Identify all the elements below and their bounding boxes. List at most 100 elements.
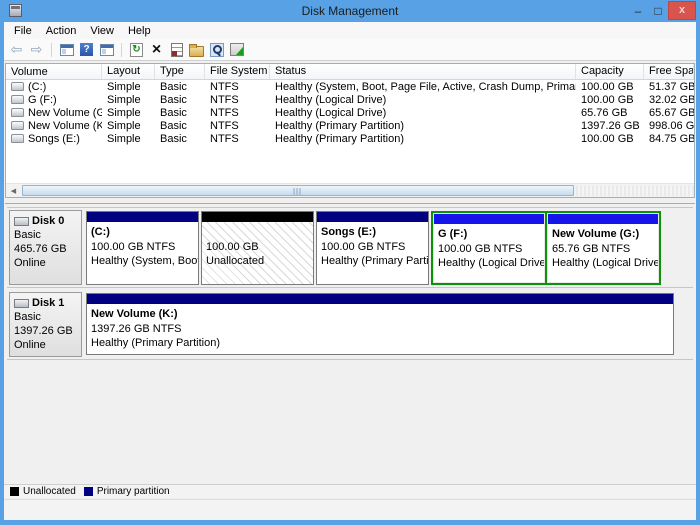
- show-console-tree-icon[interactable]: [60, 44, 74, 56]
- volume-icon: [11, 82, 24, 91]
- volume-status: Healthy (Logical Drive): [270, 94, 576, 106]
- toolbar-separator: [51, 43, 52, 57]
- legend-bar: Unallocated Primary partition: [4, 484, 696, 498]
- column-header-file-system[interactable]: File System: [205, 64, 270, 79]
- volume-layout: Simple: [102, 81, 155, 93]
- table-row[interactable]: New Volume (K:) Simple Basic NTFS Health…: [6, 119, 694, 132]
- volume-status: Healthy (Logical Drive): [270, 107, 576, 119]
- column-header-type[interactable]: Type: [155, 64, 205, 79]
- partition-status: Healthy (Primary Partition): [87, 336, 673, 350]
- partition-status: Unallocated: [202, 254, 313, 268]
- table-row[interactable]: (C:) Simple Basic NTFS Healthy (System, …: [6, 80, 694, 93]
- volume-file-system: NTFS: [205, 133, 270, 145]
- volume-free-space: 51.37 GB: [644, 81, 694, 93]
- volume-type: Basic: [155, 94, 205, 106]
- volume-free-space: 65.67 GB: [644, 107, 694, 119]
- column-header-capacity[interactable]: Capacity: [576, 64, 644, 79]
- scrollbar-track[interactable]: [576, 185, 694, 196]
- manage-icon[interactable]: [230, 43, 244, 56]
- disk-status: Online: [14, 256, 81, 270]
- title-bar: Disk Management – □ x: [4, 0, 696, 22]
- forward-icon[interactable]: [28, 41, 45, 58]
- disk-status: Online: [14, 338, 81, 352]
- volume-file-system: NTFS: [205, 94, 270, 106]
- disk-name: Disk 0: [32, 214, 64, 228]
- volume-name: New Volume (G:): [28, 107, 102, 119]
- horizontal-scrollbar[interactable]: [6, 183, 694, 197]
- open-folder-icon[interactable]: [189, 46, 204, 57]
- disk-size: 1397.26 GB: [14, 324, 81, 338]
- refresh-icon[interactable]: [130, 43, 143, 57]
- partition-title: G (F:): [434, 224, 544, 242]
- volume-icon: [11, 108, 24, 117]
- partition-title: New Volume (K:): [87, 304, 673, 322]
- show-action-pane-icon[interactable]: [100, 44, 114, 56]
- toolbar: [4, 39, 696, 61]
- legend-primary-partition: Primary partition: [84, 486, 170, 497]
- graphical-view-pane: Disk 0 Basic 465.76 GB Online (C:) 100.0…: [5, 203, 695, 484]
- help-icon[interactable]: [80, 43, 93, 56]
- disk-0-label[interactable]: Disk 0 Basic 465.76 GB Online: [9, 210, 82, 285]
- partition-title: (C:): [87, 222, 198, 240]
- partition-unallocated[interactable]: 100.00 GB Unallocated: [201, 211, 314, 285]
- delete-icon[interactable]: [148, 41, 165, 58]
- primary-partition-bar: [87, 212, 198, 222]
- unallocated-bar: [202, 212, 313, 222]
- partition-new-volume-k[interactable]: New Volume (K:) 1397.26 GB NTFS Healthy …: [86, 293, 674, 355]
- properties-icon[interactable]: [171, 43, 183, 57]
- minimize-button[interactable]: –: [628, 1, 648, 21]
- table-row[interactable]: G (F:) Simple Basic NTFS Healthy (Logica…: [6, 93, 694, 106]
- disk-management-window: Disk Management – □ x File Action View H…: [0, 0, 700, 525]
- partition-c[interactable]: (C:) 100.00 GB NTFS Healthy (System, Boo…: [86, 211, 199, 285]
- menu-file[interactable]: File: [7, 25, 39, 37]
- partition-size: 1397.26 GB NTFS: [87, 322, 673, 336]
- find-icon[interactable]: [210, 43, 224, 57]
- column-header-free-space[interactable]: Free Spa...: [644, 64, 694, 79]
- partition-songs-e[interactable]: Songs (E:) 100.00 GB NTFS Healthy (Prima…: [316, 211, 429, 285]
- volume-free-space: 32.02 GB: [644, 94, 694, 106]
- menu-bar: File Action View Help: [4, 22, 696, 39]
- volume-status: Healthy (System, Boot, Page File, Active…: [270, 81, 576, 93]
- maximize-button[interactable]: □: [648, 1, 668, 21]
- volume-capacity: 100.00 GB: [576, 94, 644, 106]
- logical-drive-bar: [548, 214, 658, 224]
- partition-title: New Volume (G:): [548, 224, 658, 242]
- column-header-layout[interactable]: Layout: [102, 64, 155, 79]
- volume-layout: Simple: [102, 94, 155, 106]
- menu-view[interactable]: View: [83, 25, 121, 37]
- volume-capacity: 100.00 GB: [576, 133, 644, 145]
- volume-file-system: NTFS: [205, 120, 270, 132]
- volume-name: G (F:): [28, 94, 57, 106]
- volume-name: (C:): [28, 81, 46, 93]
- column-header-status[interactable]: Status: [270, 64, 576, 79]
- scrollbar-thumb[interactable]: [22, 185, 574, 196]
- disk-type: Basic: [14, 310, 81, 324]
- partition-status: Healthy (System, Boot, Pag: [87, 254, 198, 268]
- menu-help[interactable]: Help: [121, 25, 158, 37]
- disk-icon: [14, 299, 29, 308]
- legend-label: Primary partition: [97, 486, 170, 497]
- partition-g-f[interactable]: G (F:) 100.00 GB NTFS Healthy (Logical D…: [433, 213, 545, 283]
- status-bar: [4, 499, 696, 520]
- table-row[interactable]: New Volume (G:) Simple Basic NTFS Health…: [6, 106, 694, 119]
- partition-size: 100.00 GB: [202, 240, 313, 254]
- disk-type: Basic: [14, 228, 81, 242]
- table-row[interactable]: Songs (E:) Simple Basic NTFS Healthy (Pr…: [6, 132, 694, 145]
- volume-icon: [11, 95, 24, 104]
- volume-capacity: 100.00 GB: [576, 81, 644, 93]
- primary-partition-color-swatch: [84, 487, 93, 496]
- menu-action[interactable]: Action: [39, 25, 84, 37]
- disk-row-0: Disk 0 Basic 465.76 GB Online (C:) 100.0…: [7, 207, 693, 288]
- volume-file-system: NTFS: [205, 81, 270, 93]
- disk-1-label[interactable]: Disk 1 Basic 1397.26 GB Online: [9, 292, 82, 357]
- unallocated-color-swatch: [10, 487, 19, 496]
- volume-status: Healthy (Primary Partition): [270, 133, 576, 145]
- window-title: Disk Management: [4, 0, 696, 22]
- volume-icon: [11, 134, 24, 143]
- column-header-volume[interactable]: Volume: [6, 64, 102, 79]
- scroll-left-arrow-icon[interactable]: [6, 184, 21, 197]
- partition-new-volume-g[interactable]: New Volume (G:) 65.76 GB NTFS Healthy (L…: [547, 213, 659, 283]
- back-icon[interactable]: [8, 41, 25, 58]
- close-button[interactable]: x: [668, 1, 696, 20]
- volume-layout: Simple: [102, 133, 155, 145]
